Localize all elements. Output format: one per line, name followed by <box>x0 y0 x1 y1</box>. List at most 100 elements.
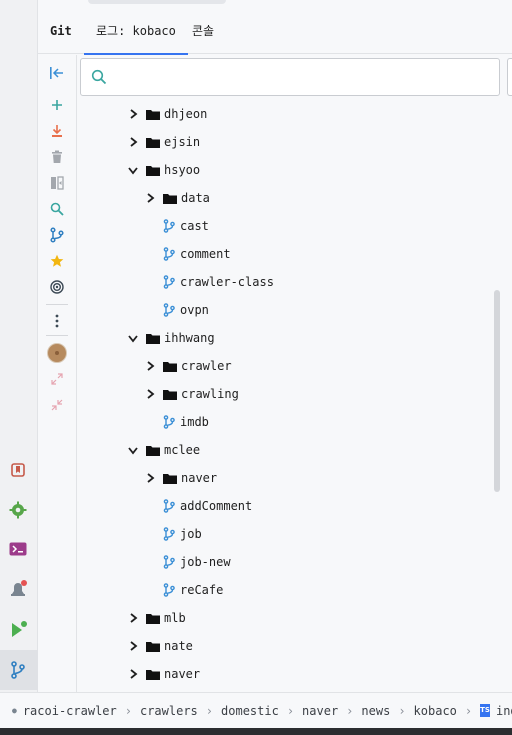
tree-folder-row[interactable]: data <box>78 184 498 212</box>
tree-folder-row[interactable]: mlb <box>78 604 498 632</box>
branch-icon <box>163 583 175 597</box>
tree-item-label: naver <box>164 667 201 681</box>
tree-item-label: mclee <box>164 443 201 457</box>
toolbar-separator <box>46 335 68 336</box>
tree-item-label: mlb <box>164 611 186 625</box>
tree-folder-row[interactable]: nate <box>78 632 498 660</box>
breadcrumb-item[interactable]: domestic <box>221 704 279 718</box>
branch-icon <box>163 275 175 289</box>
settings-icon[interactable] <box>7 499 29 521</box>
tree-folder-row[interactable]: ihhwang <box>78 324 498 352</box>
star-icon[interactable] <box>46 250 68 272</box>
collapse-icon[interactable] <box>46 394 68 416</box>
tree-item-label: addComment <box>180 499 253 513</box>
folder-icon <box>163 193 177 204</box>
target-icon[interactable] <box>46 276 68 298</box>
tab-log[interactable]: 로그: kobaco <box>84 8 188 55</box>
chevron-right-icon[interactable] <box>128 109 138 119</box>
tree-folder-row[interactable]: naver <box>78 464 498 492</box>
tree-folder-row[interactable]: dhjeon <box>78 100 498 128</box>
chevron-right-icon[interactable] <box>128 669 138 679</box>
trash-icon[interactable] <box>46 146 68 168</box>
branch-icon <box>163 219 175 233</box>
folder-icon <box>146 109 160 120</box>
git-tabs: Git 로그: kobaco 콘솔 <box>38 8 512 55</box>
breadcrumb-separator-icon: › <box>124 703 132 718</box>
breadcrumb-item[interactable]: news <box>361 704 390 718</box>
folder-icon <box>163 361 177 372</box>
tree-folder-row[interactable]: crawling <box>78 380 498 408</box>
tree-folder-row[interactable]: naver <box>78 660 498 688</box>
chevron-right-icon[interactable] <box>128 613 138 623</box>
tree-branch-row[interactable]: comment <box>78 240 498 268</box>
tree-branch-row[interactable]: job <box>78 520 498 548</box>
folder-icon <box>146 333 160 344</box>
tree-branch-row[interactable]: imdb <box>78 408 498 436</box>
tree-branch-row[interactable]: crawler-class <box>78 268 498 296</box>
tree-item-label: data <box>181 191 210 205</box>
breadcrumb-item[interactable]: naver <box>302 704 338 718</box>
tree-branch-row[interactable]: cast <box>78 212 498 240</box>
log-toolbar <box>38 55 77 692</box>
run-icon[interactable] <box>7 618 29 640</box>
chevron-right-icon[interactable] <box>128 641 138 651</box>
branch-icon <box>163 499 175 513</box>
tree-item-label: crawler <box>181 359 232 373</box>
tree-item-label: imdb <box>180 415 209 429</box>
branches-icon[interactable] <box>46 224 68 246</box>
plus-icon[interactable] <box>46 94 68 116</box>
bookmarks-icon[interactable] <box>7 459 29 481</box>
chevron-right-icon[interactable] <box>145 361 155 371</box>
chevron-right-icon[interactable] <box>145 473 155 483</box>
breadcrumb-item[interactable]: crawlers <box>140 704 198 718</box>
folder-icon <box>163 473 177 484</box>
status-bar <box>0 728 512 735</box>
chevron-right-icon[interactable] <box>145 193 155 203</box>
avatar[interactable] <box>46 342 68 364</box>
notifications-icon[interactable] <box>7 578 29 600</box>
tree-item-label: ejsin <box>164 135 201 149</box>
expand-icon[interactable] <box>46 368 68 390</box>
breadcrumb-dot-icon: ● <box>12 706 17 715</box>
compare-icon[interactable] <box>46 172 68 194</box>
branch-search-box[interactable] <box>80 58 500 96</box>
tree-item-label: cast <box>180 219 209 233</box>
tree-branch-row[interactable]: job-new <box>78 548 498 576</box>
breadcrumb-file[interactable]: index.conte <box>496 704 512 718</box>
terminal-icon[interactable] <box>7 538 29 560</box>
chevron-down-icon[interactable] <box>128 333 138 343</box>
chevron-down-icon[interactable] <box>128 165 138 175</box>
tab-git[interactable]: Git <box>50 8 72 54</box>
breadcrumb-separator-icon: › <box>286 703 295 718</box>
tree-scrollbar[interactable] <box>494 290 500 492</box>
tree-branch-row[interactable]: reCafe <box>78 576 498 604</box>
more-icon[interactable] <box>46 310 68 332</box>
chevron-right-icon[interactable] <box>145 389 155 399</box>
tree-folder-row[interactable]: mclee <box>78 436 498 464</box>
tree-folder-row[interactable]: hsyoo <box>78 156 498 184</box>
chevron-right-icon[interactable] <box>128 137 138 147</box>
tree-item-label: dhjeon <box>164 107 208 121</box>
folder-icon <box>163 389 177 400</box>
tree-branch-row[interactable]: ovpn <box>78 296 498 324</box>
download-icon[interactable] <box>46 120 68 142</box>
tree-item-label: nate <box>164 639 193 653</box>
search-icon[interactable] <box>46 198 68 220</box>
tree-item-label: job-new <box>180 555 231 569</box>
search-options-edge[interactable] <box>507 58 512 96</box>
tab-console[interactable]: 콘솔 <box>192 8 214 54</box>
collapse-left-icon[interactable] <box>46 62 68 84</box>
search-input[interactable] <box>113 65 493 89</box>
breadcrumb-item[interactable]: racoi-crawler <box>23 704 117 718</box>
tree-folder-row[interactable]: crawler <box>78 352 498 380</box>
branch-icon <box>163 303 175 317</box>
folder-icon <box>146 165 160 176</box>
tree-branch-row[interactable]: addComment <box>78 492 498 520</box>
git-icon[interactable] <box>7 659 29 681</box>
tree-folder-row[interactable]: ejsin <box>78 128 498 156</box>
chevron-down-icon[interactable] <box>128 445 138 455</box>
breadcrumb-separator-icon: › <box>464 703 473 718</box>
branch-icon <box>163 247 175 261</box>
tree-item-label: crawling <box>181 387 239 401</box>
breadcrumb-item[interactable]: kobaco <box>414 704 457 718</box>
